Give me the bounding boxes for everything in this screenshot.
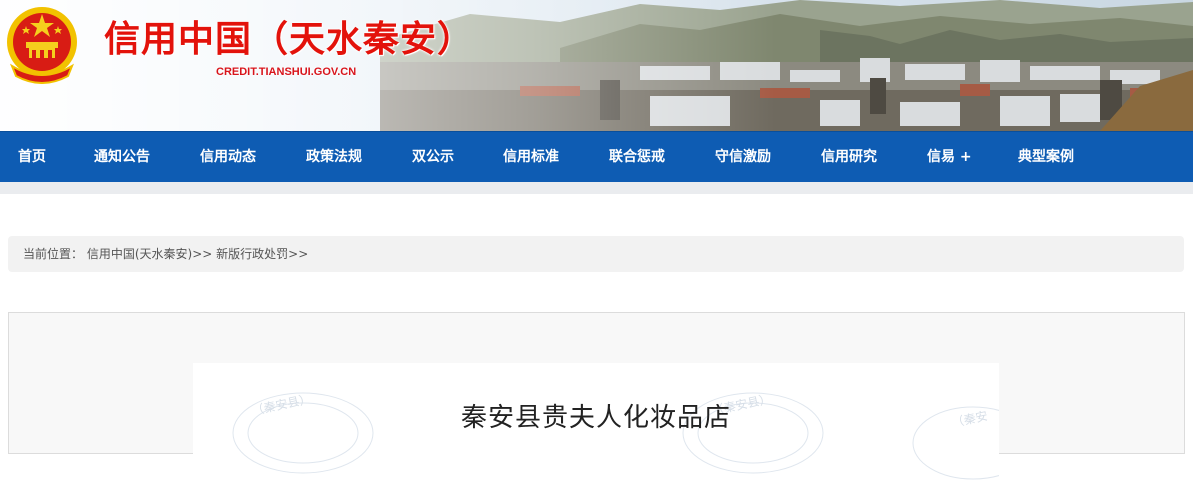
- breadcrumb-link-home[interactable]: 信用中国(天水秦安): [87, 247, 192, 261]
- nav-underline-band: [0, 182, 1193, 194]
- nav-item-joint-punishment[interactable]: 联合惩戒: [609, 132, 665, 183]
- breadcrumb-prefix: 当前位置：: [23, 247, 84, 261]
- content-panel: （秦安县） （秦安县） （秦安 秦安县贵夫人化妆品店: [8, 312, 1185, 483]
- breadcrumb-link-penalties[interactable]: 新版行政处罚: [216, 247, 288, 261]
- breadcrumb-separator: >>: [288, 247, 309, 261]
- site-banner: 信用中国（天水秦安） CREDIT.TIANSHUI.GOV.CN: [0, 0, 1193, 131]
- main-nav: 首页 通知公告 信用动态 政策法规 双公示 信用标准 联合惩戒 守信激励 信用研…: [0, 131, 1193, 183]
- nav-item-credit-standards[interactable]: 信用标准: [503, 132, 559, 183]
- document-card: （秦安县） （秦安县） （秦安 秦安县贵夫人化妆品店: [193, 363, 999, 483]
- nav-item-credit-news[interactable]: 信用动态: [200, 132, 256, 183]
- nav-item-notices[interactable]: 通知公告: [94, 132, 150, 183]
- nav-item-double-publicity[interactable]: 双公示: [412, 132, 454, 183]
- nav-item-credit-easy[interactable]: 信易 +: [927, 132, 972, 183]
- breadcrumb: 当前位置： 信用中国(天水秦安)>> 新版行政处罚>>: [8, 236, 1184, 272]
- national-emblem-icon: [7, 7, 77, 84]
- nav-item-typical-cases[interactable]: 典型案例: [1018, 132, 1074, 183]
- breadcrumb-separator: >>: [192, 247, 213, 261]
- nav-item-trust-incentives[interactable]: 守信激励: [715, 132, 771, 183]
- nav-item-credit-research[interactable]: 信用研究: [821, 132, 877, 183]
- site-domain: CREDIT.TIANSHUI.GOV.CN: [216, 66, 357, 78]
- nav-item-home[interactable]: 首页: [18, 132, 46, 183]
- site-title: 信用中国（天水秦安）: [104, 19, 475, 60]
- document-title: 秦安县贵夫人化妆品店: [460, 403, 731, 433]
- nav-item-policies[interactable]: 政策法规: [306, 132, 362, 183]
